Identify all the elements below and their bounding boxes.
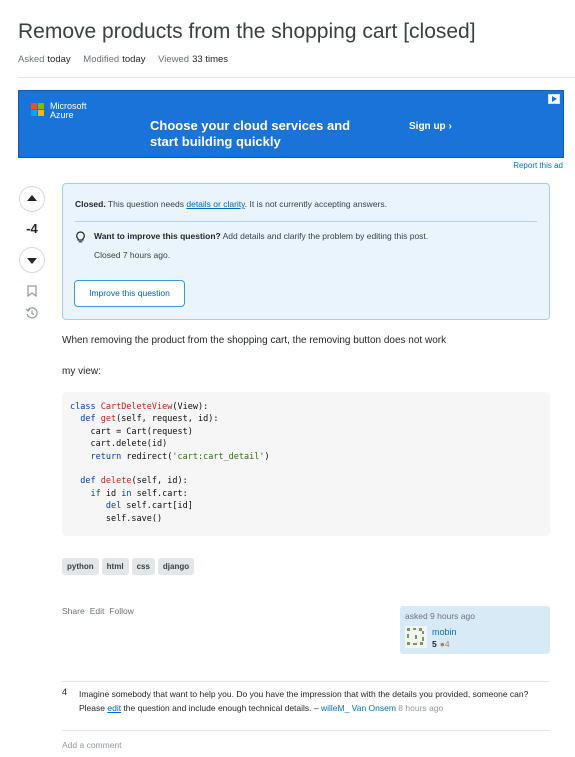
comment-edit-link[interactable]: edit xyxy=(107,703,121,713)
owner-reputation: 5 ●4 xyxy=(432,639,450,649)
question-meta: Asked today Modified today Viewed 33 times xyxy=(18,54,238,65)
microsoft-logo-icon xyxy=(31,103,45,117)
asked-value: today xyxy=(47,54,71,65)
ad-sign-up-link[interactable]: Sign up › xyxy=(409,121,452,132)
tag-django[interactable]: django xyxy=(157,558,195,575)
owner-name-link[interactable]: mobin xyxy=(432,627,457,637)
tag-html[interactable]: html xyxy=(101,558,129,575)
tag-list: python html css django xyxy=(62,556,197,575)
downvote-button[interactable] xyxy=(19,247,45,273)
history-icon[interactable] xyxy=(25,306,39,320)
post-actions: Share Edit Follow xyxy=(62,606,139,616)
viewed-value: 33 times xyxy=(192,54,229,65)
code-block: class CartDeleteView(View): def get(self… xyxy=(62,392,550,536)
report-ad-link[interactable]: Report this ad xyxy=(513,161,563,170)
ad-headline: Choose your cloud services and start bui… xyxy=(150,118,351,149)
comment-text: Imagine somebody that want to help you. … xyxy=(79,689,529,713)
comments-top-divider xyxy=(62,681,550,682)
modified-label: Modified xyxy=(83,54,120,65)
owner-card: asked 9 hours ago mobin 5 ●4 xyxy=(400,606,550,654)
modified-value: today xyxy=(122,54,146,65)
adchoices-icon[interactable] xyxy=(548,94,560,104)
follow-link[interactable]: Follow xyxy=(109,606,134,616)
editing-this-post-link[interactable]: editing this post xyxy=(367,231,426,241)
comments-bottom-divider xyxy=(62,730,550,731)
bookmark-icon[interactable] xyxy=(27,285,37,297)
lightbulb-icon xyxy=(76,231,85,243)
bronze-badge-count: ●4 xyxy=(439,639,450,649)
improve-question-button[interactable]: Improve this question xyxy=(74,280,185,307)
page-title: Remove products from the shopping cart [… xyxy=(18,20,476,43)
add-comment-link[interactable]: Add a comment xyxy=(62,740,122,750)
avatar[interactable] xyxy=(405,626,427,648)
ad-banner[interactable]: Microsoft Azure Choose your cloud servic… xyxy=(18,90,564,158)
share-link[interactable]: Share xyxy=(62,606,85,616)
header-divider xyxy=(18,77,575,78)
question-body-paragraph: my view: xyxy=(62,366,101,377)
improve-hint: Want to improve this question? Add detai… xyxy=(94,231,429,241)
vote-count: -4 xyxy=(26,221,38,236)
notice-divider xyxy=(75,221,537,222)
tag-css[interactable]: css xyxy=(131,558,155,575)
comment-user-link[interactable]: willeM_ Van Onsem xyxy=(321,703,396,713)
details-or-clarity-link[interactable]: details or clarity xyxy=(186,199,244,209)
viewed-label: Viewed xyxy=(158,54,190,65)
closed-time: Closed 7 hours ago. xyxy=(94,250,171,260)
closed-reason: Closed. This question needs details or c… xyxy=(75,199,387,209)
comment-score: 4 xyxy=(62,687,68,697)
tag-python[interactable]: python xyxy=(62,558,99,575)
edit-link[interactable]: Edit xyxy=(90,606,105,616)
ad-brand: Microsoft Azure xyxy=(50,101,87,120)
question-body-paragraph: When removing the product from the shopp… xyxy=(62,335,447,346)
closed-notice: Closed. This question needs details or c… xyxy=(62,183,550,320)
upvote-button[interactable] xyxy=(19,186,45,212)
comment-time: 8 hours ago xyxy=(395,703,444,713)
asked-label: Asked xyxy=(18,54,45,65)
asked-time: asked 9 hours ago xyxy=(405,611,475,621)
